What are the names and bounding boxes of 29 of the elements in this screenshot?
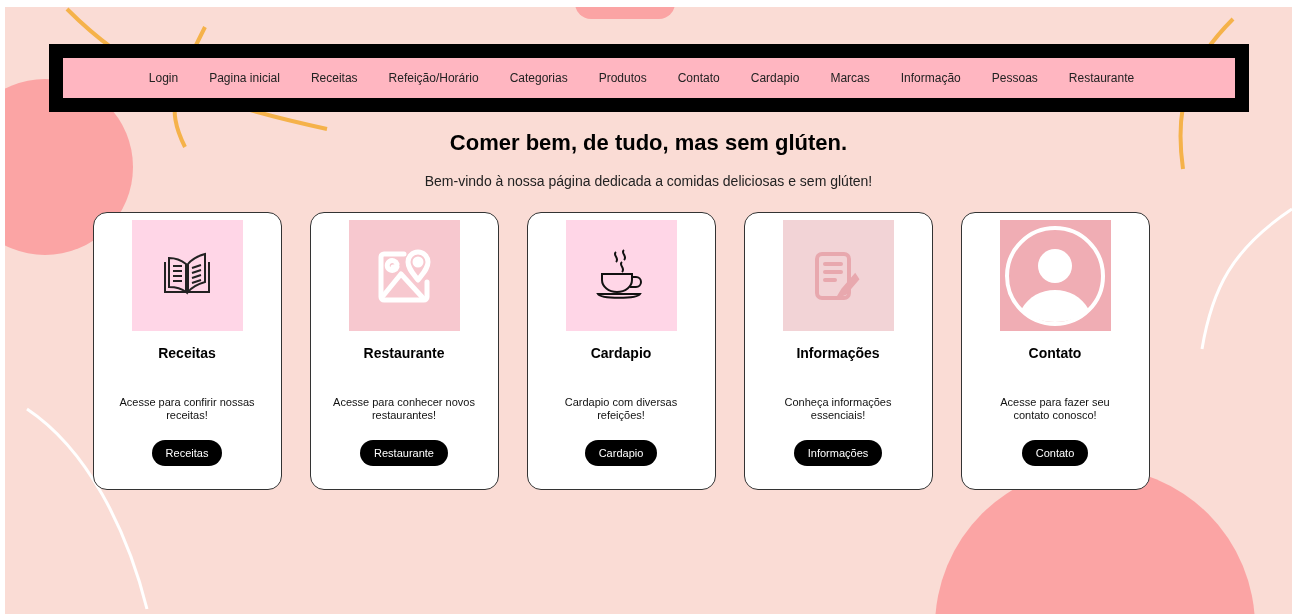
card-title: Informações (796, 344, 880, 363)
card-description: Acesse para confirir nossas receitas! (118, 396, 256, 423)
nav-link[interactable]: Cardapio (750, 69, 800, 87)
nav-link[interactable]: Receitas (310, 69, 358, 87)
nav-link[interactable]: Pagina inicial (209, 69, 280, 87)
nav-link[interactable]: Informação (900, 69, 961, 87)
nav-link[interactable]: Contato (677, 69, 720, 87)
page-heading: Comer bem, de tudo, mas sem glúten. (449, 129, 848, 157)
card-button[interactable]: Cardapio (584, 440, 658, 466)
nav-link[interactable]: Refeição/Horário (388, 69, 479, 87)
card-title: Contato (1028, 344, 1082, 363)
card-button[interactable]: Receitas (151, 440, 223, 466)
nav-link[interactable]: Login (148, 69, 179, 87)
card-title: Cardapio (590, 344, 652, 363)
nav-link[interactable]: Restaurante (1068, 69, 1135, 87)
card-title: Receitas (158, 344, 216, 363)
card-title: Restaurante (363, 344, 445, 363)
nav-link[interactable]: Categorias (509, 69, 568, 87)
card-description: Cardapio com diversas refeições! (563, 396, 679, 423)
card-description: Conheça informações essenciais! (783, 396, 893, 423)
card-description: Acesse para conhecer novos restaurantes! (332, 396, 476, 423)
nav-link[interactable]: Produtos (598, 69, 647, 87)
card-button[interactable]: Contato (1021, 440, 1089, 466)
card-button[interactable]: Informações (793, 440, 883, 466)
nav-link[interactable]: Pessoas (991, 69, 1038, 87)
card-description: Acesse para fazer seu contato conosco! (999, 396, 1111, 423)
card-button[interactable]: Restaurante (360, 440, 448, 466)
nav-link[interactable]: Marcas (830, 69, 870, 87)
page-subtitle: Bem-vindo à nossa página dedicada a comidas deliciosas e sem glúten! (424, 172, 873, 191)
